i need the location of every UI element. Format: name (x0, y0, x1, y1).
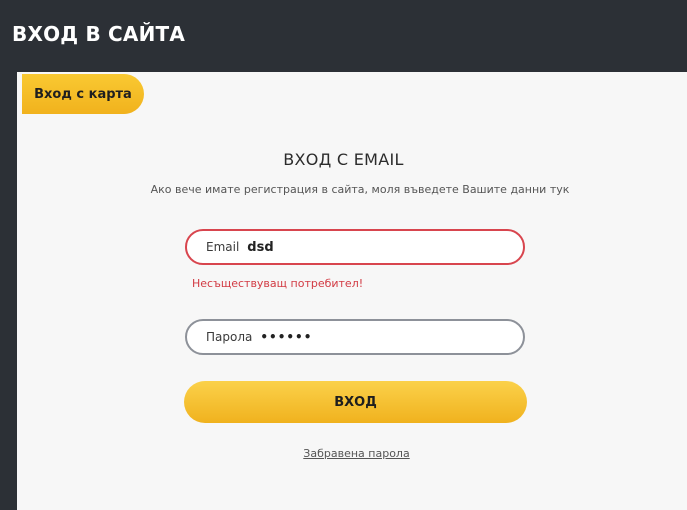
card-login-button[interactable]: Вход с карта (22, 74, 144, 114)
login-window: ВХОД В САЙТА Вход с карта ВХОД С EMAIL А… (0, 0, 687, 510)
page-title: ВХОД В САЙТА (12, 22, 186, 46)
login-panel (17, 72, 687, 510)
email-login-heading: ВХОД С EMAIL (283, 150, 404, 169)
password-field-value[interactable]: •••••• (260, 330, 312, 344)
email-error-message: Несъществуващ потребител! (192, 277, 364, 290)
forgot-password-link[interactable]: Забравена парола (0, 447, 687, 460)
email-field-label: Email (206, 240, 240, 254)
email-field[interactable]: Email dsd (185, 229, 525, 265)
login-submit-button[interactable]: ВХОД (184, 381, 527, 423)
password-field-label: Парола (206, 330, 253, 344)
password-field[interactable]: Парола •••••• (185, 319, 525, 355)
page-header: ВХОД В САЙТА (0, 0, 687, 72)
email-login-subtitle: Ако вече имате регистрация в сайта, моля… (150, 183, 570, 196)
email-field-value[interactable]: dsd (247, 240, 273, 255)
